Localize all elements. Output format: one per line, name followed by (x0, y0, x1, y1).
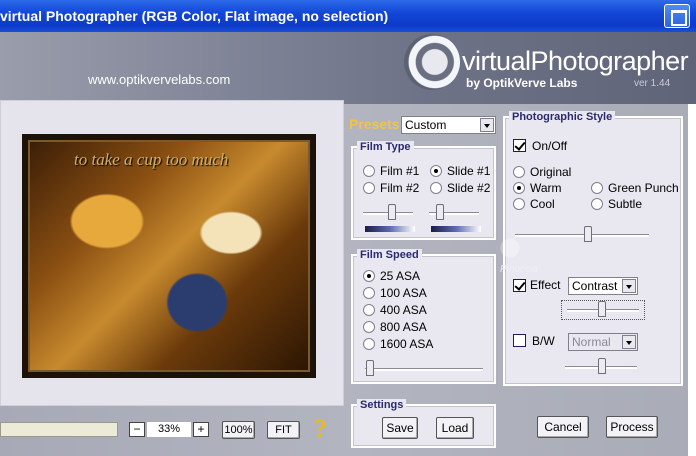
brand-byline: by OptikVerve Labs (466, 76, 578, 90)
film-speed-slider-track[interactable] (365, 368, 483, 371)
style-green-punch-label: Green Punch (608, 181, 679, 195)
asa-100-radio[interactable] (363, 287, 375, 299)
film-2-label: Film #2 (380, 181, 420, 195)
style-subtle-label: Subtle (608, 197, 643, 211)
brand-name: virtualPhotographer (462, 46, 689, 76)
settings-group: Settings Save Load (351, 399, 496, 448)
slide-slider-thumb[interactable] (436, 204, 444, 220)
settings-title: Settings (357, 399, 407, 411)
style-original-label: Original (530, 165, 572, 179)
zoom-value[interactable]: 33% (147, 422, 191, 437)
presets-selected-value: Custom (405, 118, 447, 132)
brand-logo-icon (404, 34, 460, 90)
help-icon[interactable]: ? (314, 414, 327, 444)
title-bar: virtual Photographer (RGB Color, Flat im… (0, 0, 696, 32)
bw-checkbox[interactable] (513, 334, 526, 347)
zoom-scroll-bar[interactable] (0, 422, 118, 437)
asa-400-radio[interactable] (363, 304, 375, 316)
maximize-button[interactable] (664, 4, 690, 28)
zoom-fit-button[interactable]: FIT (267, 421, 300, 439)
window-border (688, 104, 696, 456)
preview-image: to take a cup too much (22, 134, 316, 378)
asa-1600-radio[interactable] (363, 338, 375, 350)
presets-label: Presets (349, 116, 400, 132)
website-link[interactable]: www.optikvervelabs.com (88, 72, 230, 87)
window-title: virtual Photographer (RGB Color, Flat im… (0, 8, 389, 24)
photographic-style-title: Photographic Style (509, 111, 616, 123)
style-subtle-radio[interactable] (591, 198, 603, 210)
style-warm-radio[interactable] (513, 182, 525, 194)
bw-slider-thumb[interactable] (598, 358, 606, 374)
effect-label: Effect (530, 278, 561, 292)
bw-selected-value: Normal (572, 335, 611, 349)
save-button[interactable]: Save (382, 417, 418, 439)
film-type-group: Film Type Film #1 Slide #1 Film #2 Slide… (351, 141, 496, 240)
asa-25-radio[interactable] (363, 270, 375, 282)
style-green-punch-radio[interactable] (591, 182, 603, 194)
load-button[interactable]: Load (436, 417, 474, 439)
asa-100-label: 100 ASA (380, 286, 427, 300)
style-cool-label: Cool (530, 197, 555, 211)
chevron-down-icon[interactable] (480, 118, 494, 132)
chevron-down-icon[interactable] (622, 335, 636, 349)
style-warm-label: Warm (530, 181, 562, 195)
asa-1600-label: 1600 ASA (380, 337, 434, 351)
presets-select[interactable]: Custom (401, 116, 496, 134)
slide-1-label: Slide #1 (447, 164, 491, 178)
effect-checkbox[interactable] (513, 279, 526, 292)
version-label: ver 1.44 (634, 78, 671, 89)
film-1-label: Film #1 (380, 164, 420, 178)
zoom-out-button[interactable]: − (129, 422, 145, 437)
film-type-title: Film Type (357, 141, 414, 153)
zoom-in-button[interactable]: + (193, 422, 209, 437)
film-speed-slider-thumb[interactable] (366, 360, 374, 376)
watermark-text: Pinuccia (500, 264, 538, 275)
bw-label: B/W (532, 334, 555, 348)
slide-2-radio[interactable] (430, 182, 442, 194)
header-banner: www.optikvervelabs.com virtualPhotograph… (0, 32, 696, 104)
slide-2-label: Slide #2 (447, 181, 491, 195)
effect-slider-thumb[interactable] (598, 301, 606, 317)
film-1-radio[interactable] (363, 165, 375, 177)
on-off-checkbox[interactable] (513, 139, 526, 152)
style-cool-radio[interactable] (513, 198, 525, 210)
zoom-100-button[interactable]: 100% (222, 421, 255, 439)
chevron-down-icon[interactable] (622, 279, 636, 293)
asa-25-label: 25 ASA (380, 269, 421, 283)
film-speed-title: Film Speed (357, 249, 422, 261)
slide-gradient-bar (431, 226, 481, 232)
film-2-radio[interactable] (363, 182, 375, 194)
asa-800-radio[interactable] (363, 321, 375, 333)
asa-400-label: 400 ASA (380, 303, 427, 317)
asa-800-label: 800 ASA (380, 320, 427, 334)
cancel-button[interactable]: Cancel (537, 416, 589, 438)
film-speed-group: Film Speed 25 ASA 100 ASA 400 ASA 800 AS… (351, 249, 496, 384)
preview-caption: to take a cup too much (74, 150, 229, 169)
bw-select[interactable]: Normal (568, 333, 638, 351)
style-slider-thumb[interactable] (584, 226, 592, 242)
style-original-radio[interactable] (513, 166, 525, 178)
on-off-label: On/Off (532, 139, 568, 153)
film-slider-thumb[interactable] (388, 204, 396, 220)
effect-selected-value: Contrast (572, 279, 618, 293)
film-gradient-bar (365, 226, 415, 232)
process-button[interactable]: Process (606, 416, 658, 438)
slide-1-radio[interactable] (430, 165, 442, 177)
effect-select[interactable]: Contrast (568, 277, 638, 295)
